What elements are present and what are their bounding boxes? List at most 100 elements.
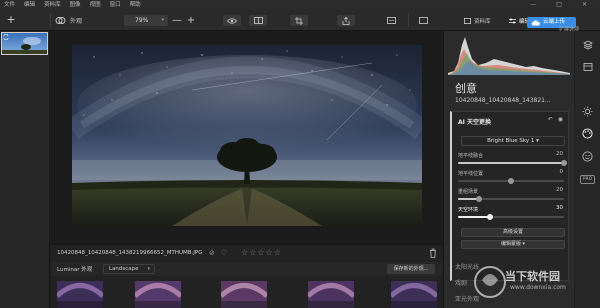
menu-window[interactable]: 窗口 [110,0,121,10]
main-photo [72,45,422,226]
image-info-bar: 10420848_10420848_1438219966652_MTHUMB.J… [51,244,442,262]
panels-icon [418,17,428,24]
look-preview-image [308,281,354,308]
menu-file[interactable]: 文件 [4,0,15,10]
info-icon [386,17,396,24]
toolbar: + 外观 79% ▾ — + 资料库 编辑 云端上传 扩展选项 [0,10,600,33]
look-preview-image [391,281,437,308]
minimize-button[interactable]: — [530,0,536,10]
toolbar-divider [408,14,409,27]
slider-value: 0 [559,169,564,175]
crop-icon [295,16,303,25]
crop-button[interactable] [290,15,308,26]
chevron-down-icon: ▾ [161,17,164,23]
slider-label: 地平线位置 [458,171,484,177]
image-filename: 10420848_10420848_1438219966652_MTHUMB.J… [57,250,203,256]
save-look-button[interactable]: 保存新的外观... [387,264,435,274]
menu-help[interactable]: 帮助 [130,0,141,10]
slider-fill [458,162,564,164]
slider-relight-scene[interactable] [458,196,564,202]
looks-view-label: 外观 [70,18,83,25]
looks-category-select[interactable]: Landscape ▾ [103,264,155,274]
slider-horizon-blend[interactable] [458,160,567,166]
watermark-text: 当下软件园 [505,270,560,283]
sky-select-value: Bright Blue Sky 1 [487,138,535,144]
library-icon [464,17,471,24]
section-dramatic[interactable]: 戏剧 [455,278,467,287]
slider-thumb[interactable] [561,160,567,166]
looks-icon [55,17,66,24]
look-thumbnail[interactable] [221,281,267,308]
chevron-down-icon: ▾ [147,266,150,272]
slider-thumb[interactable] [508,178,514,184]
slider-label: 地平线融合 [458,153,484,159]
maximize-button[interactable]: □ [556,0,562,10]
look-preview-image [57,281,103,308]
look-preview-image [135,281,181,308]
trash-icon[interactable] [429,248,437,258]
sky-select[interactable]: Bright Blue Sky 1 ▾ [461,136,565,146]
compare-button[interactable] [249,15,267,26]
menu-view[interactable]: 视图 [90,0,101,10]
edit-mask-label: 编辑蒙版 [500,241,521,247]
advanced-settings-button[interactable]: 高级设置 [461,228,565,237]
slider-sky-global[interactable] [458,214,564,220]
add-images-button[interactable]: + [4,14,18,27]
looks-bar: Luminar 外观 Landscape ▾ 保存新的外观... [51,262,442,276]
slider-value: 30 [556,205,563,211]
look-thumbnail[interactable] [57,281,103,308]
close-window-button[interactable]: ✕ [582,0,587,10]
look-thumbnail[interactable] [135,281,181,308]
look-thumbnail[interactable] [391,281,437,308]
eye-icon [227,17,237,24]
cloud-upload-label: 云端上传 [543,19,566,25]
menu-image[interactable]: 图像 [70,0,81,10]
image-thumbnail-selected[interactable] [1,32,48,55]
zoom-value: 79% [135,17,149,24]
info-button[interactable] [382,15,400,26]
pro-tools-badge[interactable]: PRO [580,175,595,184]
more-button[interactable] [414,15,432,26]
zoom-out-button[interactable]: — [171,14,183,27]
chevron-down-icon: ▾ [522,241,526,247]
slider-thumb[interactable] [476,196,483,202]
sliders-icon [509,18,516,23]
reject-flag-icon[interactable]: ⊘ [209,249,215,257]
preview-toggle-button[interactable] [223,15,241,26]
toolbar-divider [50,14,51,27]
portrait-face-icon[interactable] [582,151,593,162]
left-filmstrip [0,31,50,308]
edited-icon [3,34,9,40]
panel-title: 创意 [455,82,477,95]
tab-library-label: 资料库 [474,18,491,25]
essentials-sun-icon[interactable] [582,106,593,117]
slider-value: 20 [556,151,563,157]
cloud-icon [531,20,540,26]
creative-palette-icon[interactable] [582,128,593,139]
reset-icon[interactable]: ↶ [548,116,553,123]
layers-icon[interactable] [582,39,593,50]
favorite-heart-icon[interactable]: ♡ [221,249,227,257]
histogram [448,33,570,75]
slider-thumb[interactable] [486,214,493,220]
canvas-icon[interactable] [582,61,593,72]
looks-category-value: Landscape [109,266,139,272]
zoom-in-button[interactable]: + [185,14,197,27]
ai-sky-replacement-tool: AI 天空更换 ↶ ◉ Bright Blue Sky 1 ▾ 地平线融合 20… [450,111,569,281]
menu-library[interactable]: 资料库 [44,0,61,10]
star-rating[interactable]: ☆☆☆☆☆ [241,248,282,257]
menu-edit[interactable]: 编辑 [24,0,35,10]
export-button[interactable] [337,15,355,26]
compare-icon [253,17,263,24]
visibility-icon[interactable]: ◉ [558,116,563,123]
edit-mask-button[interactable]: 编辑蒙版 ▾ [461,240,565,249]
slider-label: 天空环境 [458,207,479,213]
look-thumbnail[interactable] [308,281,354,308]
slider-horizon-position[interactable] [458,178,564,184]
slider-label: 重组场景 [458,189,479,195]
tab-library[interactable]: 资料库 [464,16,491,25]
zoom-select[interactable]: 79% ▾ [124,15,168,26]
image-canvas[interactable] [51,31,442,244]
looks-title: Luminar 外观 [57,267,93,273]
looks-view-button[interactable]: 外观 [55,14,82,27]
